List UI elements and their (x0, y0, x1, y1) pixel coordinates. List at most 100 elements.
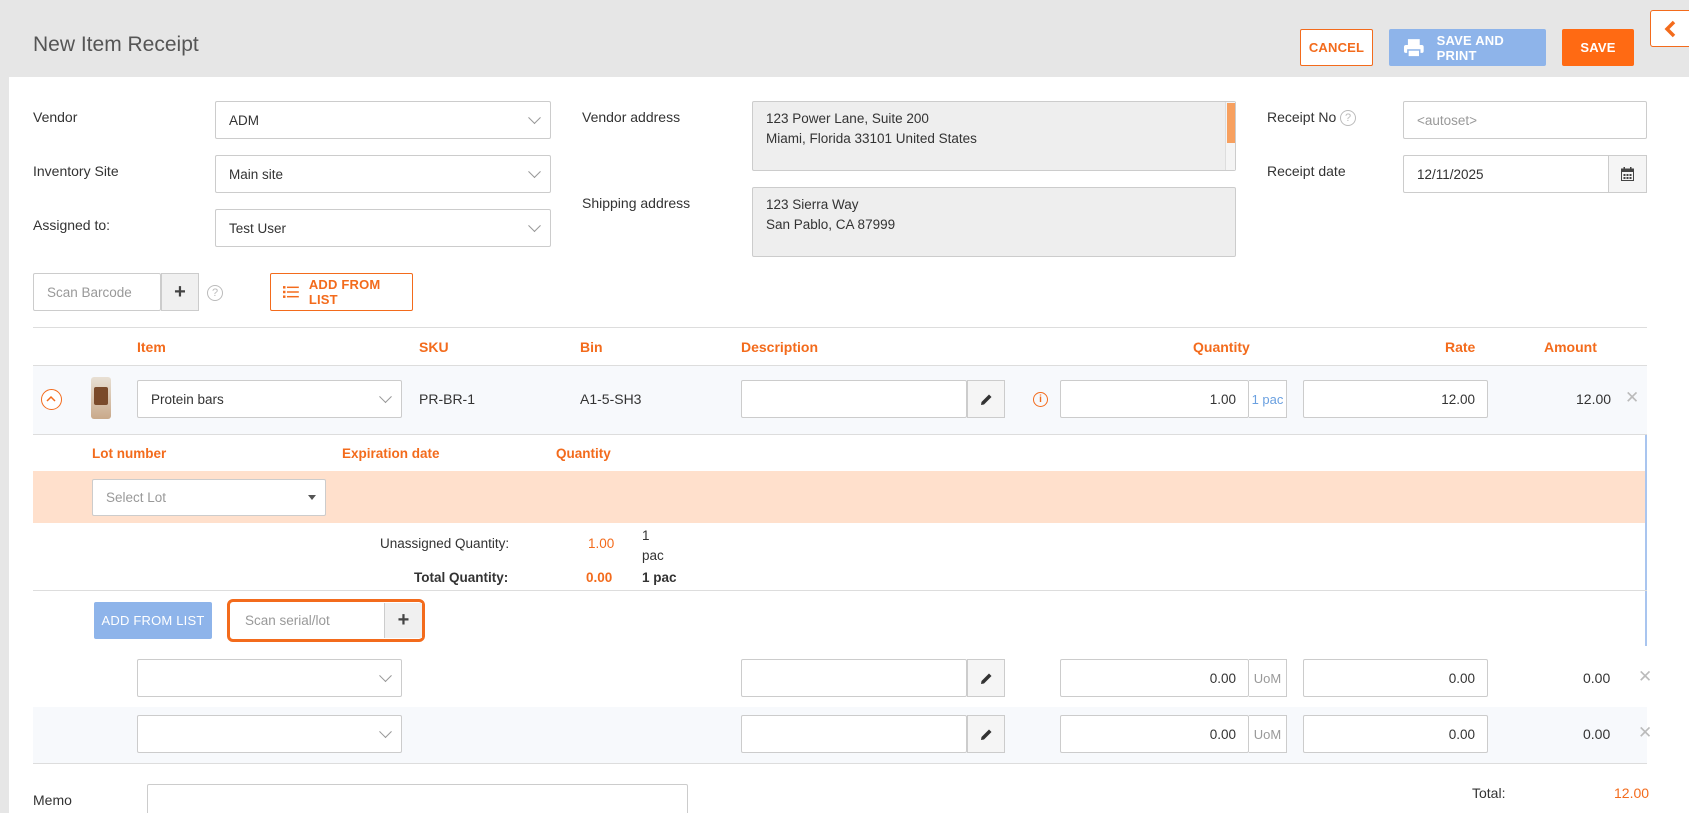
select-lot-dropdown[interactable]: Select Lot (92, 479, 326, 516)
add-from-list-label: ADD FROM LIST (308, 277, 381, 307)
chevron-down-icon (379, 725, 392, 739)
receipt-no-placeholder: <autoset> (1417, 112, 1478, 128)
save-button[interactable]: SAVE (1562, 29, 1634, 66)
remove-row-icon[interactable]: ✕ (1625, 388, 1639, 408)
shipping-address-line1: 123 Sierra Way (766, 197, 859, 212)
uom-selector[interactable]: UoM (1249, 659, 1287, 697)
scrollbar-thumb[interactable] (1227, 103, 1235, 143)
column-header-bin: Bin (580, 339, 603, 355)
description-input[interactable] (741, 659, 967, 697)
vendor-label: Vendor (33, 109, 78, 125)
receipt-date-label: Receipt date (1267, 163, 1346, 179)
item-select[interactable] (137, 659, 402, 697)
add-from-list-button[interactable]: ADD FROM LIST (270, 273, 413, 311)
chevron-down-icon (379, 390, 392, 404)
memo-textarea[interactable] (147, 784, 688, 813)
vendor-value: ADM (229, 112, 259, 128)
chevron-left-icon (1664, 20, 1676, 38)
assigned-to-select[interactable]: Test User (215, 209, 551, 247)
divider (33, 327, 1647, 328)
inventory-site-select[interactable]: Main site (215, 155, 551, 193)
assigned-to-label: Assigned to: (33, 217, 111, 233)
receipt-date-value: 12/11/2025 (1417, 166, 1484, 182)
chevron-down-icon (379, 669, 392, 683)
item-select[interactable]: Protein bars (137, 380, 402, 418)
scan-serial-lot-placeholder: Scan serial/lot (245, 613, 330, 628)
receipt-no-label: Receipt No (1267, 109, 1337, 125)
shipping-address-box[interactable]: 123 Sierra Way San Pablo, CA 87999 (752, 187, 1236, 257)
quantity-input[interactable]: 1.00 (1060, 380, 1249, 418)
edit-description-button[interactable] (967, 715, 1005, 753)
info-icon[interactable]: i (1033, 392, 1048, 407)
select-lot-placeholder: Select Lot (106, 490, 167, 505)
rate-input[interactable]: 0.00 (1303, 659, 1488, 697)
rate-input[interactable]: 0.00 (1303, 715, 1488, 753)
amount-cell: 0.00 (1583, 726, 1611, 742)
lot-quantity-header: Quantity (556, 446, 611, 461)
calendar-button[interactable] (1608, 155, 1647, 193)
add-serial-lot-button[interactable]: + (384, 603, 422, 638)
inventory-site-value: Main site (229, 166, 284, 182)
quantity-input[interactable]: 0.00 (1060, 715, 1249, 753)
list-icon (283, 286, 299, 298)
help-icon[interactable]: ? (207, 285, 223, 301)
scan-barcode-placeholder: Scan Barcode (47, 284, 132, 300)
total-label: Total: (1472, 785, 1506, 801)
printer-icon (1403, 38, 1424, 58)
description-input[interactable] (741, 715, 967, 753)
edit-description-button[interactable] (967, 659, 1005, 697)
caret-down-icon (308, 495, 316, 500)
vendor-address-line1: 123 Power Lane, Suite 200 (766, 111, 929, 126)
amount-cell: 0.00 (1583, 670, 1611, 686)
remove-row-icon[interactable]: ✕ (1638, 667, 1652, 687)
shipping-address-label: Shipping address (582, 195, 691, 211)
vendor-address-line2: Miami, Florida 33101 United States (766, 131, 977, 146)
total-value: 12.00 (1614, 785, 1650, 801)
collapse-panel-tab[interactable] (1650, 10, 1689, 47)
save-and-print-button[interactable]: SAVE AND PRINT (1389, 29, 1546, 66)
chevron-down-icon (528, 111, 541, 125)
item-select[interactable] (137, 715, 402, 753)
pencil-icon (980, 729, 991, 740)
add-barcode-button[interactable]: + (161, 273, 199, 311)
uom-selector[interactable]: UoM (1249, 715, 1287, 753)
divider (33, 434, 1647, 435)
pencil-icon (980, 394, 991, 405)
column-header-quantity: Quantity (1193, 339, 1250, 355)
sku-cell: PR-BR-1 (419, 391, 476, 407)
receipt-no-input[interactable]: <autoset> (1403, 101, 1647, 139)
rate-input[interactable]: 12.00 (1303, 380, 1488, 418)
pencil-icon (980, 673, 991, 684)
column-header-amount: Amount (1544, 339, 1597, 355)
vendor-address-box[interactable]: 123 Power Lane, Suite 200 Miami, Florida… (752, 101, 1236, 171)
save-and-print-label: SAVE AND PRINT (1436, 32, 1504, 63)
total-quantity-value: 0.00 (586, 570, 613, 585)
help-icon[interactable]: ? (1340, 110, 1356, 126)
total-quantity-label: Total Quantity: (414, 570, 509, 585)
vendor-select[interactable]: ADM (215, 101, 551, 139)
chevron-up-icon (46, 395, 56, 402)
page-title: New Item Receipt (33, 33, 199, 56)
divider (33, 763, 1647, 764)
lot-add-from-list-button[interactable]: ADD FROM LIST (94, 602, 212, 639)
column-header-sku: SKU (419, 339, 449, 355)
address-scrollbar[interactable] (1225, 102, 1235, 170)
edit-description-button[interactable] (967, 380, 1005, 418)
remove-row-icon[interactable]: ✕ (1638, 723, 1652, 743)
description-input[interactable] (741, 380, 967, 418)
uom-selector[interactable]: 1 pac (1249, 380, 1287, 418)
scan-barcode-input[interactable]: Scan Barcode (33, 273, 161, 311)
total-quantity-uom: 1 pac (642, 570, 677, 585)
plus-icon: + (174, 280, 186, 303)
cancel-button[interactable]: CANCEL (1300, 29, 1373, 66)
column-header-rate: Rate (1445, 339, 1476, 355)
collapse-row-button[interactable] (41, 389, 62, 410)
assigned-to-value: Test User (229, 220, 287, 236)
unassigned-uom: 1 pac (642, 526, 664, 566)
quantity-input[interactable]: 0.00 (1060, 659, 1249, 697)
lot-number-header: Lot number (92, 446, 167, 461)
column-header-description: Description (741, 339, 819, 355)
inventory-site-label: Inventory Site (33, 163, 119, 179)
scan-serial-lot-input[interactable]: Scan serial/lot (232, 604, 383, 637)
bin-cell: A1-5-SH3 (580, 391, 642, 407)
